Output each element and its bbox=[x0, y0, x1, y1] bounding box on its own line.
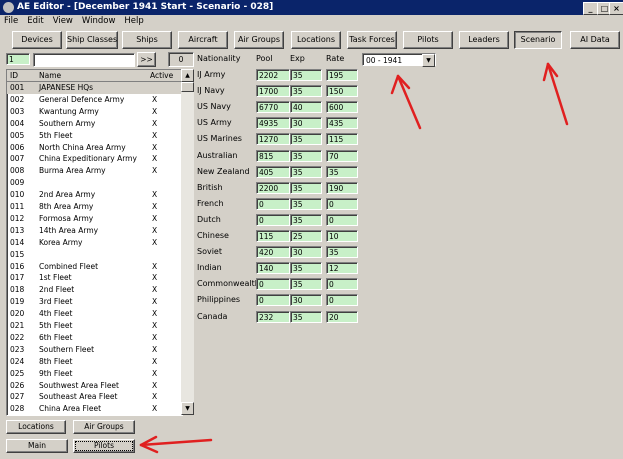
annotation-arrow-scenario bbox=[546, 62, 569, 126]
annotation-arrow-dropdown bbox=[396, 74, 422, 130]
annotation-arrows bbox=[139, 62, 569, 454]
